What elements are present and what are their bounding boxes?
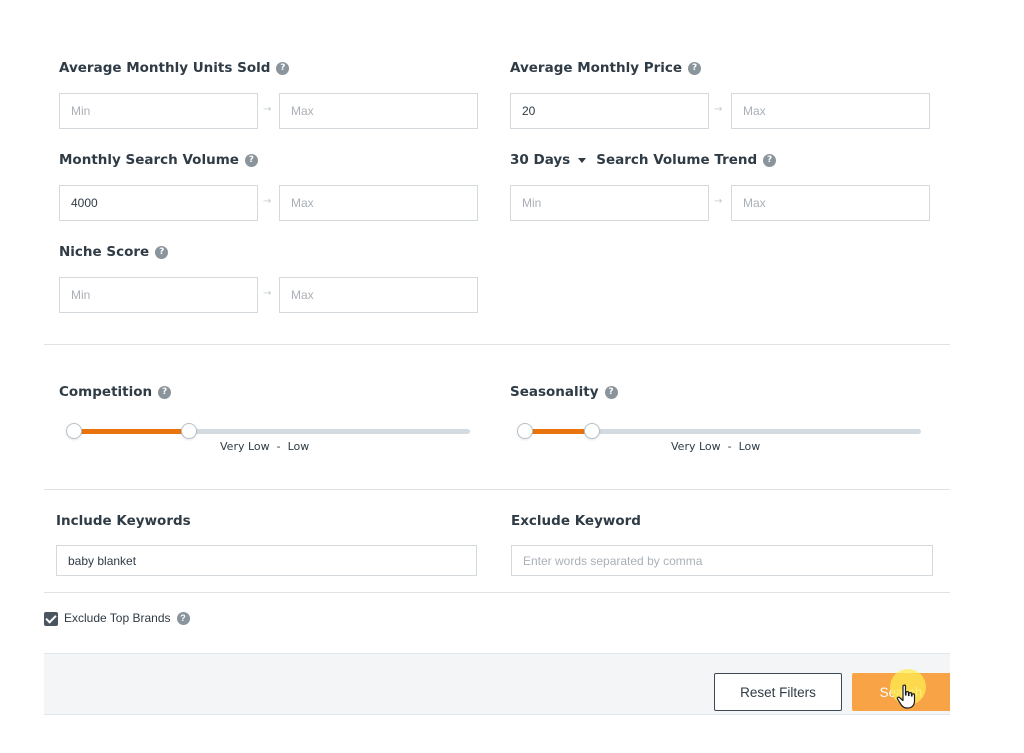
seasonality-range-text: Very Low - Low [671,440,761,453]
competition-slider-max-handle[interactable] [180,423,197,439]
volume-trend-max-input[interactable] [731,185,930,221]
search-volume-label: Monthly Search Volume ? [59,152,258,168]
seasonality-slider-min-handle[interactable] [517,423,533,439]
period-dropdown[interactable]: 30 Days [510,152,596,168]
section-divider [44,489,950,490]
arrow-right-icon: → [714,196,723,207]
reset-filters-button[interactable]: Reset Filters [714,673,842,711]
help-icon[interactable]: ? [176,611,190,625]
help-icon[interactable]: ? [276,61,290,75]
help-icon[interactable]: ? [244,153,258,167]
competition-slider-min-handle[interactable] [66,423,82,439]
help-icon[interactable]: ? [155,245,169,259]
seasonality-label: Seasonality ? [510,384,618,400]
volume-trend-min-input[interactable] [510,185,709,221]
arrow-right-icon: → [263,104,272,115]
niche-score-min-input[interactable] [59,277,258,313]
exclude-top-brands-checkbox[interactable] [44,612,58,626]
search-button[interactable]: Search [852,673,950,711]
caret-down-icon [578,157,587,163]
help-icon[interactable]: ? [688,61,702,75]
competition-range-text: Very Low - Low [220,440,310,453]
search-volume-min-input[interactable] [59,185,258,221]
seasonality-slider-fill [525,429,593,434]
section-divider [44,592,950,593]
exclude-keyword-input[interactable] [511,545,933,576]
niche-score-max-input[interactable] [279,277,478,313]
exclude-top-brands-label: Exclude Top Brands ? [64,611,190,625]
search-volume-max-input[interactable] [279,185,478,221]
avg-units-label: Average Monthly Units Sold ? [59,60,290,76]
include-keywords-label: Include Keywords [56,513,191,529]
avg-price-label: Average Monthly Price ? [510,60,702,76]
exclude-keyword-label: Exclude Keyword [511,513,641,529]
avg-units-min-input[interactable] [59,93,258,129]
arrow-right-icon: → [714,104,723,115]
volume-trend-label: 30 Days Search Volume Trend ? [510,152,777,168]
niche-score-label: Niche Score ? [59,244,169,260]
seasonality-slider-max-handle[interactable] [584,423,601,439]
help-icon[interactable]: ? [158,385,172,399]
avg-units-max-input[interactable] [279,93,478,129]
arrow-right-icon: → [263,196,272,207]
help-icon[interactable]: ? [763,153,777,167]
avg-price-min-input[interactable] [510,93,709,129]
competition-slider-fill [74,429,189,434]
arrow-right-icon: → [263,288,272,299]
avg-price-max-input[interactable] [731,93,930,129]
competition-label: Competition ? [59,384,172,400]
include-keywords-input[interactable] [56,545,477,576]
help-icon[interactable]: ? [604,385,618,399]
section-divider [44,344,950,345]
